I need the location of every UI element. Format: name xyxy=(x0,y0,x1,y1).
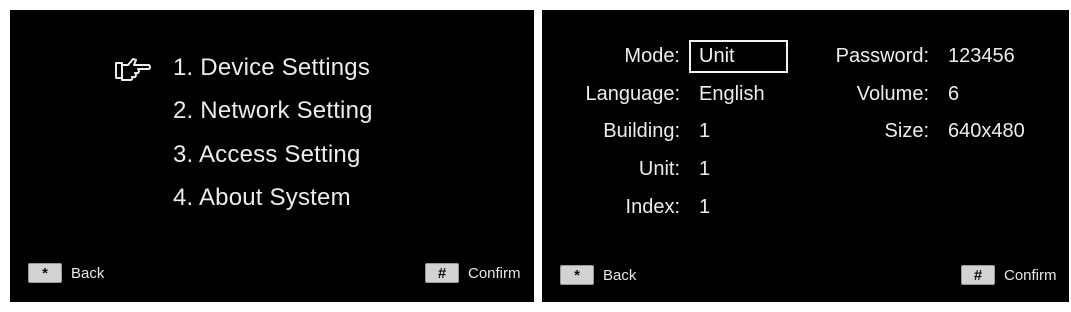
star-key-icon: * xyxy=(28,263,62,283)
menu-item-access-setting[interactable]: 3. Access Setting xyxy=(173,140,361,170)
device-settings-screen: Mode: Unit Language: English Building: 1… xyxy=(542,10,1069,302)
password-value[interactable]: 123456 xyxy=(948,43,1015,69)
confirm-button[interactable]: # Confirm xyxy=(961,265,1057,285)
building-value[interactable]: 1 xyxy=(699,118,710,144)
hash-key-icon: # xyxy=(961,265,995,285)
confirm-label: Confirm xyxy=(468,264,521,282)
building-label: Building: xyxy=(603,120,680,142)
confirm-label: Confirm xyxy=(1004,266,1057,284)
menu-item-network-setting[interactable]: 2. Network Setting xyxy=(173,96,373,126)
volume-label: Volume: xyxy=(856,83,929,105)
size-label: Size: xyxy=(884,120,929,142)
mode-field[interactable]: Unit xyxy=(689,40,788,73)
size-value[interactable]: 640x480 xyxy=(948,118,1025,144)
menu-item-device-settings[interactable]: 1. Device Settings xyxy=(173,53,370,83)
index-label: Index: xyxy=(625,196,680,218)
language-value[interactable]: English xyxy=(699,81,765,107)
menu-item-about-system[interactable]: 4. About System xyxy=(173,183,351,213)
mode-label: Mode: xyxy=(624,45,680,67)
confirm-button[interactable]: # Confirm xyxy=(425,263,521,283)
back-label: Back xyxy=(603,266,637,284)
back-button[interactable]: * Back xyxy=(28,263,104,283)
index-value[interactable]: 1 xyxy=(699,194,710,220)
language-label: Language: xyxy=(585,83,680,105)
unit-value[interactable]: 1 xyxy=(699,156,710,182)
password-label: Password: xyxy=(835,45,929,67)
main-menu-screen: 1. Device Settings 2. Network Setting 3.… xyxy=(10,10,534,302)
back-label: Back xyxy=(71,264,105,282)
pointing-hand-icon xyxy=(115,58,151,81)
unit-label: Unit: xyxy=(638,158,680,180)
hash-key-icon: # xyxy=(425,263,459,283)
back-button[interactable]: * Back xyxy=(560,265,636,285)
volume-value[interactable]: 6 xyxy=(948,81,959,107)
star-key-icon: * xyxy=(560,265,594,285)
